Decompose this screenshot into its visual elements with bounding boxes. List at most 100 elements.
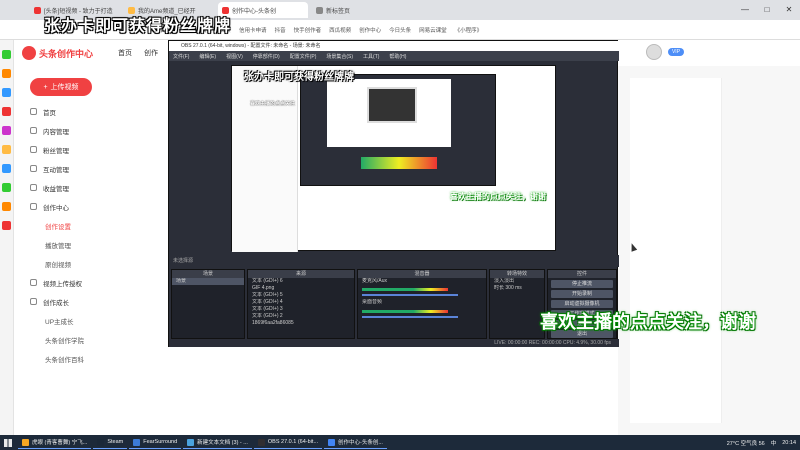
stop-streaming-button[interactable]: 停止推流 (551, 280, 613, 288)
app-shortcut-icon[interactable] (2, 183, 11, 192)
input-lang[interactable]: 中 (771, 439, 777, 447)
bookmark-item[interactable]: 西瓜视频 (329, 26, 351, 34)
taskbar-app[interactable]: FearSurround (129, 436, 182, 449)
app-shortcut-icon[interactable] (2, 88, 11, 97)
volume-slider[interactable] (362, 294, 458, 296)
obs-menu-item[interactable]: 停靠部件(D) (253, 53, 280, 60)
weather-text[interactable]: 27°C 空气良 56 (727, 439, 765, 447)
dock-header: 混音器 (358, 270, 486, 278)
upload-video-button[interactable]: + 上传视频 (30, 78, 92, 96)
sidebar-item[interactable]: 首页 (28, 102, 148, 121)
obs-menu-item[interactable]: 配置文件(P) (290, 53, 317, 60)
scene-item[interactable]: 场景 (172, 278, 244, 285)
virtual-camera-button[interactable]: 启动虚拟摄像机 (551, 300, 613, 308)
source-item[interactable]: 文本 (GDI+) 5 (248, 292, 354, 299)
app-icon (257, 438, 265, 446)
app-shortcut-icon[interactable] (2, 221, 11, 230)
source-item[interactable]: 文本 (GDI+) 4 (248, 299, 354, 306)
app-icon (22, 438, 29, 446)
start-button[interactable] (0, 435, 16, 450)
sidebar-item[interactable]: 粉丝管理 (28, 140, 148, 159)
sidebar-item[interactable]: 内容管理 (28, 121, 148, 140)
duration-value: 300 ms (505, 285, 522, 291)
sidebar-item[interactable]: 播放管理 (28, 235, 148, 254)
stream-overlay-mini: 喜欢主播的点点关注 (250, 101, 296, 107)
stream-overlay-follow: 喜欢主播的点点关注，谢谢 (540, 312, 756, 332)
sidebar-item[interactable]: 头条创作学院 (28, 330, 148, 349)
sidebar-item[interactable]: 头条创作百科 (28, 349, 148, 368)
chat-icon (30, 165, 37, 172)
taskbar-app-label: Steam (107, 439, 124, 445)
app-icon (97, 438, 105, 446)
bookmark-item[interactable]: 抖音 (275, 26, 286, 34)
app-shortcut-icon[interactable] (2, 202, 11, 211)
browser-tab-active[interactable]: 创作中心-头条创 (218, 2, 308, 18)
transition-type-select[interactable]: 淡入淡出 (490, 278, 544, 285)
obs-menu-item[interactable]: 工具(T) (363, 53, 379, 60)
audio-mixer-dock: 混音器 麦克风/Aux 桌面音频 (357, 269, 487, 339)
source-item[interactable]: 文本 (GDI+) 3 (248, 306, 354, 313)
nav-item[interactable]: 首页 (118, 48, 132, 58)
minimize-button[interactable]: — (734, 0, 756, 20)
bookmark-item[interactable]: 《小程序》 (455, 26, 483, 34)
sidebar-item-label: 创作中心 (43, 204, 69, 212)
sidebar-item[interactable]: 创作成长 (28, 292, 148, 311)
maximize-button[interactable]: □ (756, 0, 778, 20)
sidebar-item[interactable]: 收益管理 (28, 178, 148, 197)
taskbar-app[interactable]: 新建文本文档 (3) - ... (183, 436, 252, 449)
bookmark-item[interactable]: 网易云课堂 (419, 26, 447, 34)
app-shortcut-icon[interactable] (2, 126, 11, 135)
bookmark-item[interactable]: 信用卡申请 (239, 26, 267, 34)
obs-menu-item[interactable]: 场景集合(S) (326, 53, 353, 60)
obs-menu-bar: 文件(F) 编辑(E) 视图(V) 停靠部件(D) 配置文件(P) 场景集合(S… (169, 51, 619, 61)
dock-header: 转场特效 (490, 270, 544, 278)
sidebar-item[interactable]: 创作中心 (28, 197, 148, 216)
source-item[interactable]: GIF 4.png (248, 285, 354, 292)
sidebar-item[interactable]: 原创视频 (28, 254, 148, 273)
obs-menu-item[interactable]: 编辑(E) (199, 53, 216, 60)
nested-preview-deep (367, 87, 417, 123)
source-item[interactable]: 文本 (GDI+) 2 (248, 313, 354, 320)
obs-menu-item[interactable]: 帮助(H) (389, 53, 406, 60)
nav-item[interactable]: 创作 (144, 48, 158, 58)
tab-label: 新标签页 (326, 8, 351, 15)
sidebar-item[interactable]: UP主成长 (28, 311, 148, 330)
sidebar-item[interactable]: 创作设置 (28, 216, 148, 235)
app-logo[interactable]: 头条创作中心 (22, 44, 112, 62)
app-shortcut-icon[interactable] (2, 107, 11, 116)
app-shortcut-icon[interactable] (2, 164, 11, 173)
volume-slider[interactable] (362, 316, 458, 318)
sources-dock: 来源 文本 (GDI+) 6 GIF 4.png 文本 (GDI+) 5 文本 … (247, 269, 355, 339)
obs-preview[interactable] (231, 65, 556, 252)
bookmark-item[interactable]: 快手创作者 (294, 26, 322, 34)
browser-tab[interactable]: 新标签页 (312, 2, 382, 18)
window-controls: — □ ✕ (734, 0, 800, 20)
app-shortcut-icon[interactable] (2, 50, 11, 59)
sidebar-item[interactable]: 互动管理 (28, 159, 148, 178)
app-shortcut-icon[interactable] (2, 145, 11, 154)
taskbar-app[interactable]: OBS 27.0.1 (64-bit... (253, 436, 323, 449)
taskbar-app[interactable]: 虎眼 (青客曹舞) 宁飞... (18, 436, 92, 449)
bookmark-item[interactable]: 今日头条 (389, 26, 411, 34)
taskbar-app-label: 新建文本文档 (3) - ... (197, 440, 248, 446)
taskbar-app[interactable]: 创作中心-头条创... (324, 436, 387, 449)
start-recording-button[interactable]: 开始录制 (551, 290, 613, 298)
close-button[interactable]: ✕ (778, 0, 800, 20)
source-item[interactable]: 1869f6aa2fa86085 (248, 320, 354, 327)
app-shortcut-icon[interactable] (2, 69, 11, 78)
source-toolbar: 未选择源 (169, 255, 619, 267)
stream-overlay-title: 张办卡即可获得粉丝牌牌 (44, 18, 232, 35)
transition-duration[interactable]: 时长 300 ms (490, 285, 544, 292)
avatar[interactable] (646, 44, 662, 60)
stream-overlay-follow-small: 喜欢主播的点点关注，谢谢 (450, 192, 546, 201)
source-item[interactable]: 文本 (GDI+) 6 (248, 278, 354, 285)
bookmark-item[interactable]: 创作中心 (359, 26, 381, 34)
dock-header: 来源 (248, 270, 354, 278)
obs-menu-item[interactable]: 文件(F) (173, 53, 189, 60)
sidebar-item-label: 头条创作百科 (45, 356, 84, 364)
taskbar-app[interactable]: Steam (93, 436, 128, 449)
document-icon (30, 127, 37, 134)
sidebar-item[interactable]: 视频上传授权 (28, 273, 148, 292)
clock[interactable]: 20:14 (782, 440, 796, 446)
obs-menu-item[interactable]: 视图(V) (226, 53, 243, 60)
